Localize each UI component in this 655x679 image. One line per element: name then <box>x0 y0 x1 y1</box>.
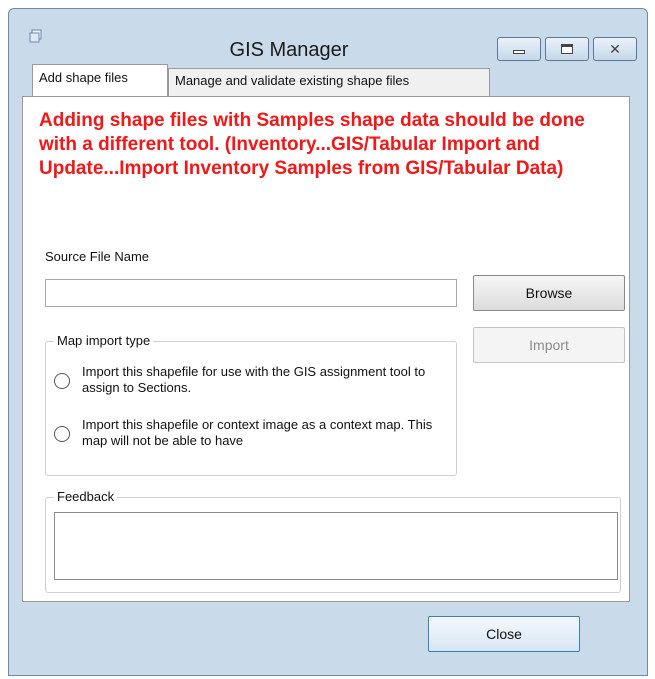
map-import-type-title: Map import type <box>54 333 154 348</box>
window-title: GIS Manager <box>229 39 349 61</box>
map-import-type-group: Map import type Import this shapefile fo… <box>45 333 457 476</box>
minimize-button[interactable] <box>497 37 541 61</box>
radio-button[interactable] <box>54 426 70 442</box>
close-window-button[interactable]: ✕ <box>593 37 637 61</box>
tab-add-shape-files[interactable]: Add shape files <box>32 64 168 96</box>
maximize-button[interactable] <box>545 37 589 61</box>
map-import-option-label: Import this shapefile or context image a… <box>82 417 433 448</box>
source-file-input[interactable] <box>45 279 457 307</box>
tab-manage-shape-files[interactable]: Manage and validate existing shape files <box>168 68 490 96</box>
maximize-icon <box>561 44 573 54</box>
import-button[interactable]: Import <box>473 327 625 363</box>
warning-message: Adding shape files with Samples shape da… <box>39 110 585 179</box>
source-file-label: Source File Name <box>45 249 150 264</box>
feedback-title: Feedback <box>54 489 118 504</box>
tab-panel: Adding shape files with Samples shape da… <box>22 96 630 602</box>
minimize-icon <box>513 50 525 54</box>
feedback-textarea[interactable] <box>54 512 618 580</box>
close-icon: ✕ <box>609 41 621 57</box>
close-button[interactable]: Close <box>428 616 580 652</box>
feedback-group: Feedback <box>45 489 621 593</box>
radio-button[interactable] <box>54 373 70 389</box>
browse-button[interactable]: Browse <box>473 275 625 311</box>
map-import-option-label: Import this shapefile for use with the G… <box>82 364 426 395</box>
